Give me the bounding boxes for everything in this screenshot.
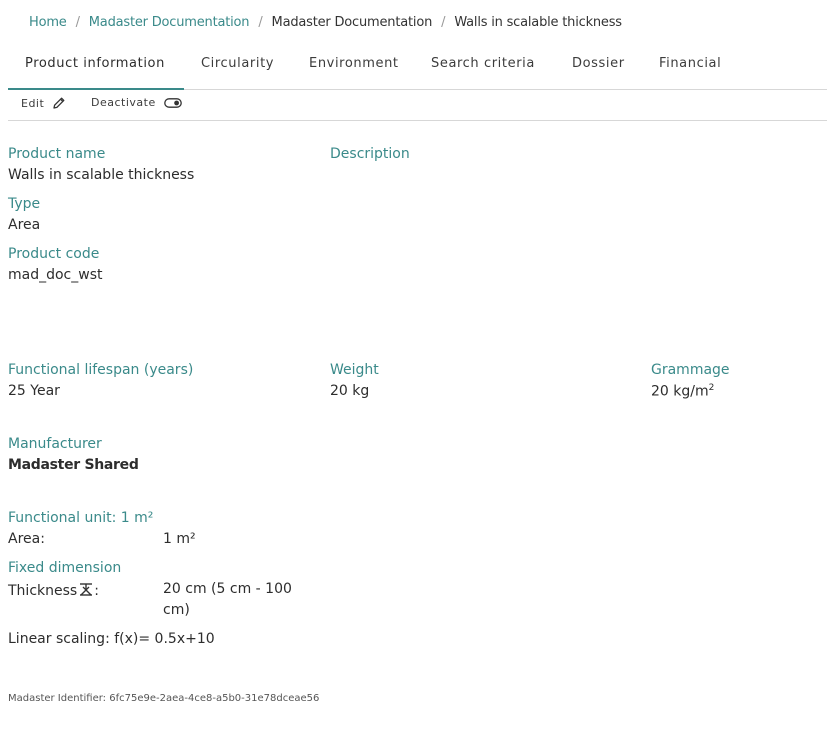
tab-bar: Product information Circularity Environm… (8, 50, 827, 90)
lifespan-value: 25 Year (8, 383, 60, 399)
thickness-colon: : (94, 582, 99, 599)
type-value: Area (8, 217, 41, 233)
action-toolbar: Edit Deactivate (8, 90, 827, 121)
weight-label: Weight (330, 362, 379, 378)
tab-dossier[interactable]: Dossier (572, 50, 625, 90)
product-code-value: mad_doc_wst (8, 267, 103, 283)
pencil-icon (52, 96, 66, 110)
area-value: 1 m² (163, 531, 196, 547)
thickness-value-line1: 20 cm (5 cm - 100 (163, 581, 292, 597)
tab-financial[interactable]: Financial (659, 50, 721, 90)
type-label: Type (8, 196, 41, 212)
breadcrumb-parent[interactable]: Madaster Documentation (272, 15, 433, 30)
weight-value: 20 kg (330, 383, 370, 399)
tab-environment[interactable]: Environment (309, 50, 399, 90)
fixed-dimension-label: Fixed dimension (8, 560, 122, 576)
breadcrumb-home-link[interactable]: Home (29, 15, 67, 30)
breadcrumb-separator: / (75, 15, 80, 30)
description-label: Description (330, 146, 410, 162)
breadcrumb-section-link[interactable]: Madaster Documentation (89, 15, 250, 30)
tab-circularity[interactable]: Circularity (201, 50, 274, 90)
thickness-icon (78, 581, 94, 600)
thickness-label-text: Thickness (8, 582, 78, 599)
thickness-value-line2: cm) (163, 602, 190, 618)
grammage-value: 20 kg/m2 (651, 383, 714, 400)
edit-label: Edit (21, 96, 45, 110)
grammage-exponent: 2 (708, 383, 715, 393)
product-name-value: Walls in scalable thickness (8, 167, 195, 183)
functional-unit-label: Functional unit: 1 m² (8, 510, 154, 526)
thickness-label: Thickness : (8, 581, 99, 600)
breadcrumb-separator: / (441, 15, 446, 30)
grammage-label: Grammage (651, 362, 730, 378)
deactivate-button[interactable]: Deactivate (91, 96, 182, 109)
breadcrumb-current: Walls in scalable thickness (454, 15, 622, 30)
area-label: Area: (8, 531, 45, 547)
breadcrumb: Home / Madaster Documentation / Madaster… (29, 15, 622, 30)
tab-search-criteria[interactable]: Search criteria (431, 50, 535, 90)
product-name-label: Product name (8, 146, 106, 162)
breadcrumb-separator: / (258, 15, 263, 30)
toggle-icon (163, 97, 182, 108)
manufacturer-label: Manufacturer (8, 436, 102, 452)
linear-scaling: Linear scaling: f(x)= 0.5x+10 (8, 631, 215, 647)
product-code-label: Product code (8, 246, 100, 262)
grammage-value-text: 20 kg/m (651, 383, 709, 400)
edit-button[interactable]: Edit (21, 96, 66, 110)
deactivate-label: Deactivate (91, 96, 156, 109)
madaster-identifier: Madaster Identifier: 6fc75e9e-2aea-4ce8-… (8, 693, 320, 704)
lifespan-label: Functional lifespan (years) (8, 362, 194, 378)
manufacturer-value: Madaster Shared (8, 457, 139, 473)
tab-product-information[interactable]: Product information (8, 50, 184, 90)
